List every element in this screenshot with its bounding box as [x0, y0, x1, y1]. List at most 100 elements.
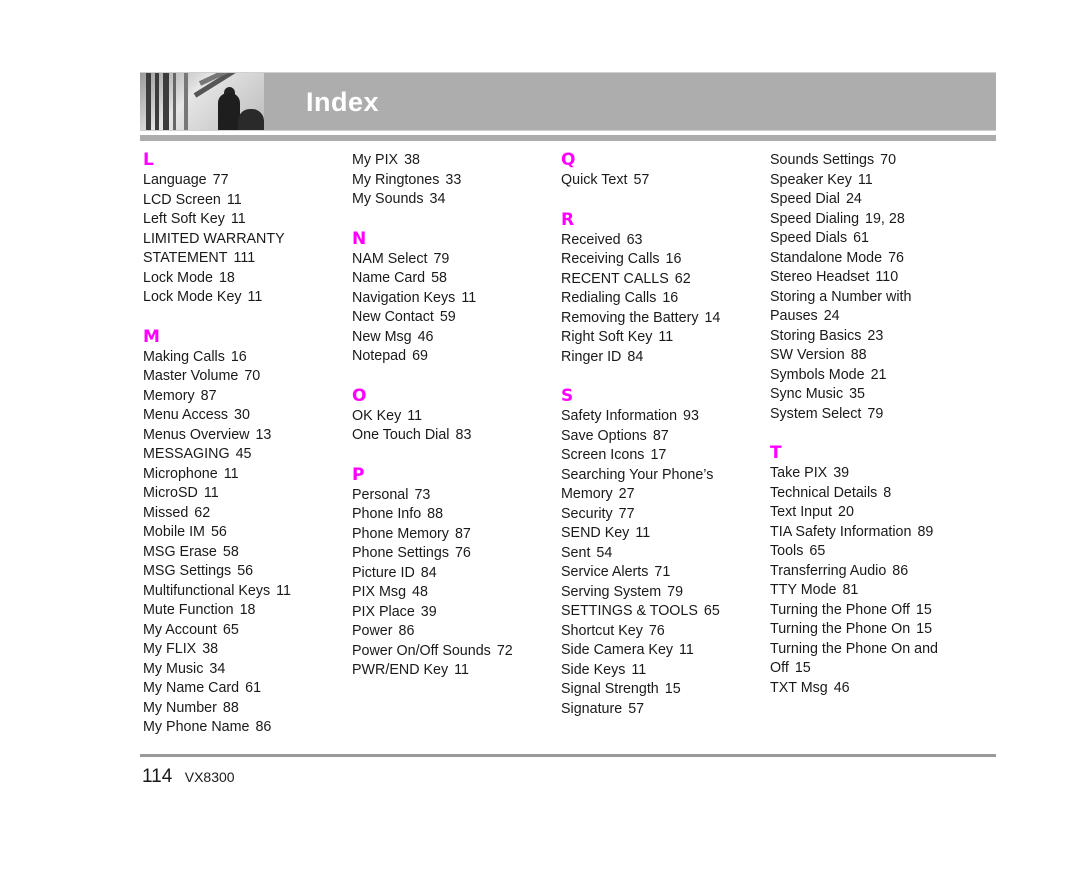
- entry-page-number: 15: [664, 681, 681, 697]
- index-entry: My FLIX 38: [143, 640, 348, 660]
- index-entry: Sync Music 35: [770, 385, 975, 405]
- entry-page-number: 54: [596, 544, 613, 561]
- entry-term: New Msg: [352, 328, 412, 345]
- index-section: M Making Calls 16 Master Volume 70 Memory 87 Me…: [143, 327, 348, 738]
- entry-term: New Contact: [352, 309, 434, 325]
- entry-term: Power On/Off Sounds: [352, 642, 491, 659]
- entry-term: Off: [770, 660, 789, 676]
- entry-term: Tools: [770, 543, 804, 559]
- entry-page-number: 61: [245, 680, 262, 696]
- entry-page-number: 11: [230, 211, 246, 227]
- entry-term: Symbols Mode: [770, 366, 865, 383]
- entry-term: LCD Screen: [143, 191, 221, 208]
- entry-term: My Number: [143, 699, 217, 716]
- index-entry: Transferring Audio 86: [770, 562, 975, 582]
- entry-page-number: 70: [244, 368, 261, 384]
- index-entry: Mobile IM 56: [143, 523, 348, 543]
- index-entry: Phone Memory 87: [352, 525, 557, 545]
- section-letter: N: [352, 228, 367, 249]
- index-entry: Storing Basics 23: [770, 327, 975, 347]
- index-entry: Master Volume 70: [143, 367, 348, 387]
- entry-page-number: 11: [635, 525, 651, 541]
- index-entry: Power On/Off Sounds 72: [352, 642, 557, 662]
- entry-term: RECENT CALLS: [561, 270, 669, 287]
- entry-page-number: 11: [223, 465, 239, 482]
- entry-page-number: 81: [842, 582, 859, 598]
- header-photo: [140, 73, 264, 130]
- entry-term: Signature: [561, 700, 623, 717]
- entry-term: Shortcut Key: [561, 622, 643, 639]
- index-entry: Stereo Headset 110: [770, 268, 975, 288]
- index-entry: One Touch Dial 83: [352, 426, 557, 446]
- entry-term: SETTINGS & TOOLS: [561, 603, 698, 619]
- index-entry: Microphone 11: [143, 465, 348, 485]
- entry-page-number: 11: [276, 582, 291, 599]
- entry-term: Microphone: [143, 465, 218, 482]
- index-entry: Receiving Calls 16: [561, 250, 766, 270]
- index-entry: My Phone Name 86: [143, 718, 348, 738]
- index-entry: Quick Text 57: [561, 171, 766, 191]
- index-section: L Language 77 LCD Screen 11 Left Soft Key 11 LI…: [143, 150, 348, 308]
- entry-page-number: 84: [420, 564, 437, 581]
- entry-page-number: 46: [417, 328, 434, 345]
- entry-page-number: 61: [853, 230, 869, 246]
- index-column-3: Q Quick Text 57 R Received 63 Receiving Calls 1…: [561, 150, 766, 719]
- index-entry: Redialing Calls 16: [561, 289, 766, 309]
- entry-term: Lock Mode: [143, 269, 213, 286]
- entry-page-number: 39: [420, 603, 437, 620]
- entry-term: Personal: [352, 486, 409, 503]
- index-entry: PIX Msg 48: [352, 583, 557, 603]
- entry-page-number: 65: [809, 543, 826, 559]
- index-entry: Picture ID 84: [352, 564, 557, 584]
- entry-page-number: 11: [679, 642, 694, 658]
- entry-term: NAM Select: [352, 250, 428, 267]
- entry-page-number: 111: [233, 250, 256, 266]
- section-letter: L: [143, 150, 154, 170]
- entry-term: Right Soft Key: [561, 329, 653, 345]
- index-column-2: My PIX 38 My Ringtones 33 My Sounds 34 N NAM Se…: [352, 151, 557, 681]
- entry-term: Master Volume: [143, 368, 239, 384]
- entry-page-number: 18: [218, 269, 235, 286]
- entry-page-number: 73: [414, 486, 431, 503]
- index-entry: Tools 65: [770, 542, 975, 562]
- entry-term: My Name Card: [143, 680, 240, 696]
- index-entry: My PIX 38: [352, 151, 557, 171]
- entry-term: PIX Place: [352, 603, 415, 620]
- entry-term: Storing Basics: [770, 327, 862, 344]
- section-letter: M: [143, 326, 160, 347]
- index-entry: Safety Information 93: [561, 407, 766, 427]
- index-entry: Searching Your Phone’s: [561, 466, 766, 486]
- entry-page-number: 88: [427, 506, 444, 522]
- entry-page-number: 65: [703, 603, 720, 619]
- index-entry: Serving System 79: [561, 583, 766, 603]
- index-entry: Menus Overview 13: [143, 426, 348, 446]
- entry-page-number: 88: [222, 699, 239, 716]
- entry-term: TXT Msg: [770, 679, 828, 696]
- index-entry: Lock Mode Key 11: [143, 288, 348, 308]
- entry-page-number: 70: [880, 152, 897, 168]
- entry-page-number: 72: [496, 642, 513, 659]
- entry-term: Removing the Battery: [561, 309, 699, 326]
- entry-term: Language: [143, 172, 207, 188]
- entry-term: Save Options: [561, 427, 647, 444]
- entry-term: Picture ID: [352, 564, 415, 581]
- index-entry: Mute Function 18: [143, 601, 348, 621]
- entry-page-number: 14: [704, 309, 721, 326]
- index-section: T Take PIX 39 Technical Details 8 Text Input 2…: [770, 443, 975, 698]
- entry-term: Notepad: [352, 348, 407, 364]
- entry-term: Turning the Phone On and: [770, 640, 938, 657]
- entry-page-number: 79: [433, 250, 450, 267]
- entry-term: Stereo Headset: [770, 269, 870, 285]
- entry-term: Power: [352, 623, 393, 639]
- entry-term: MSG Erase: [143, 543, 217, 560]
- index-entry: Name Card 58: [352, 269, 557, 289]
- index-entry: My Number 88: [143, 699, 348, 719]
- entry-page-number: 39: [833, 465, 850, 481]
- index-entry: My Name Card 61: [143, 679, 348, 699]
- index-section: R Received 63 Receiving Calls 16 RECENT CALLS…: [561, 210, 766, 368]
- entry-page-number: 57: [633, 172, 650, 188]
- page-number: 114: [142, 766, 173, 787]
- entry-page-number: 11: [226, 191, 242, 208]
- entry-page-number: 30: [234, 407, 250, 423]
- index-entry: Multifunctional Keys 11: [143, 582, 348, 602]
